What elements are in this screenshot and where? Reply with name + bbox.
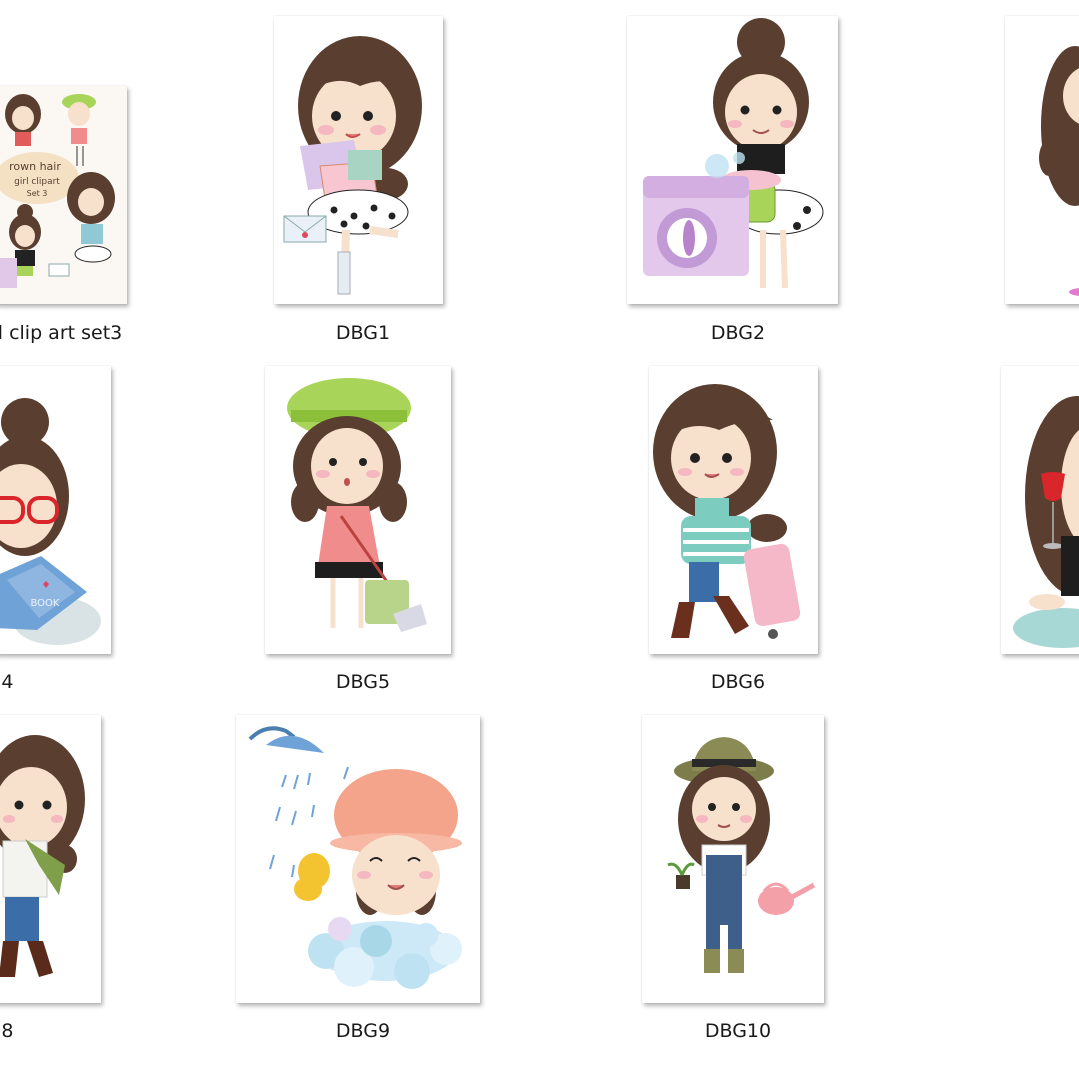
girl-reading-image: BOOK: [0, 398, 101, 645]
thumbnail-dbg2[interactable]: [627, 16, 838, 304]
cover-title-line3: Set 3: [27, 189, 48, 198]
thumbnail-g4[interactable]: BOOK: [0, 366, 111, 654]
file-name[interactable]: l clip art set3: [0, 322, 170, 344]
book-label: BOOK: [31, 598, 60, 609]
file-name[interactable]: DBG2: [628, 322, 848, 344]
girl-partial-image: [1039, 46, 1079, 296]
cover-title-line2: girl clipart: [14, 177, 60, 187]
thumbnail-g8[interactable]: [0, 715, 101, 1003]
clipart-cover-image: rown hair girl clipart Set 3: [0, 86, 127, 304]
girl-mopping-image: [287, 378, 427, 632]
thumbnail-clip-art-set3[interactable]: rown hair girl clipart Set 3: [0, 86, 127, 304]
cover-title-line1: rown hair: [9, 160, 61, 173]
girl-laundry-image: [643, 18, 824, 289]
thumbnail-dbg9[interactable]: [236, 715, 480, 1003]
file-name[interactable]: DBG10: [628, 1020, 848, 1042]
file-name[interactable]: G8: [0, 1020, 110, 1042]
file-name[interactable]: DBG1: [253, 322, 473, 344]
thumbnail-dbg5[interactable]: [265, 366, 451, 654]
girl-scarf-image: [0, 735, 85, 977]
thumbnail-wine[interactable]: [1001, 366, 1079, 654]
girl-travel-image: [653, 384, 801, 639]
thumbnail-partial-top[interactable]: [1005, 16, 1079, 304]
thumbnail-dbg1[interactable]: [274, 16, 443, 304]
file-name[interactable]: G4: [0, 671, 110, 693]
file-name[interactable]: DBG9: [253, 1020, 473, 1042]
girl-wine-image: [1013, 396, 1079, 648]
thumbnail-dbg6[interactable]: [649, 366, 818, 654]
file-name[interactable]: DBG6: [628, 671, 848, 693]
file-name[interactable]: DBG5: [253, 671, 473, 693]
girl-with-letters-image: [283, 36, 422, 295]
girl-bath-image: [248, 726, 462, 989]
girl-gardening-image: [667, 737, 816, 973]
thumbnail-dbg10[interactable]: [642, 715, 824, 1003]
